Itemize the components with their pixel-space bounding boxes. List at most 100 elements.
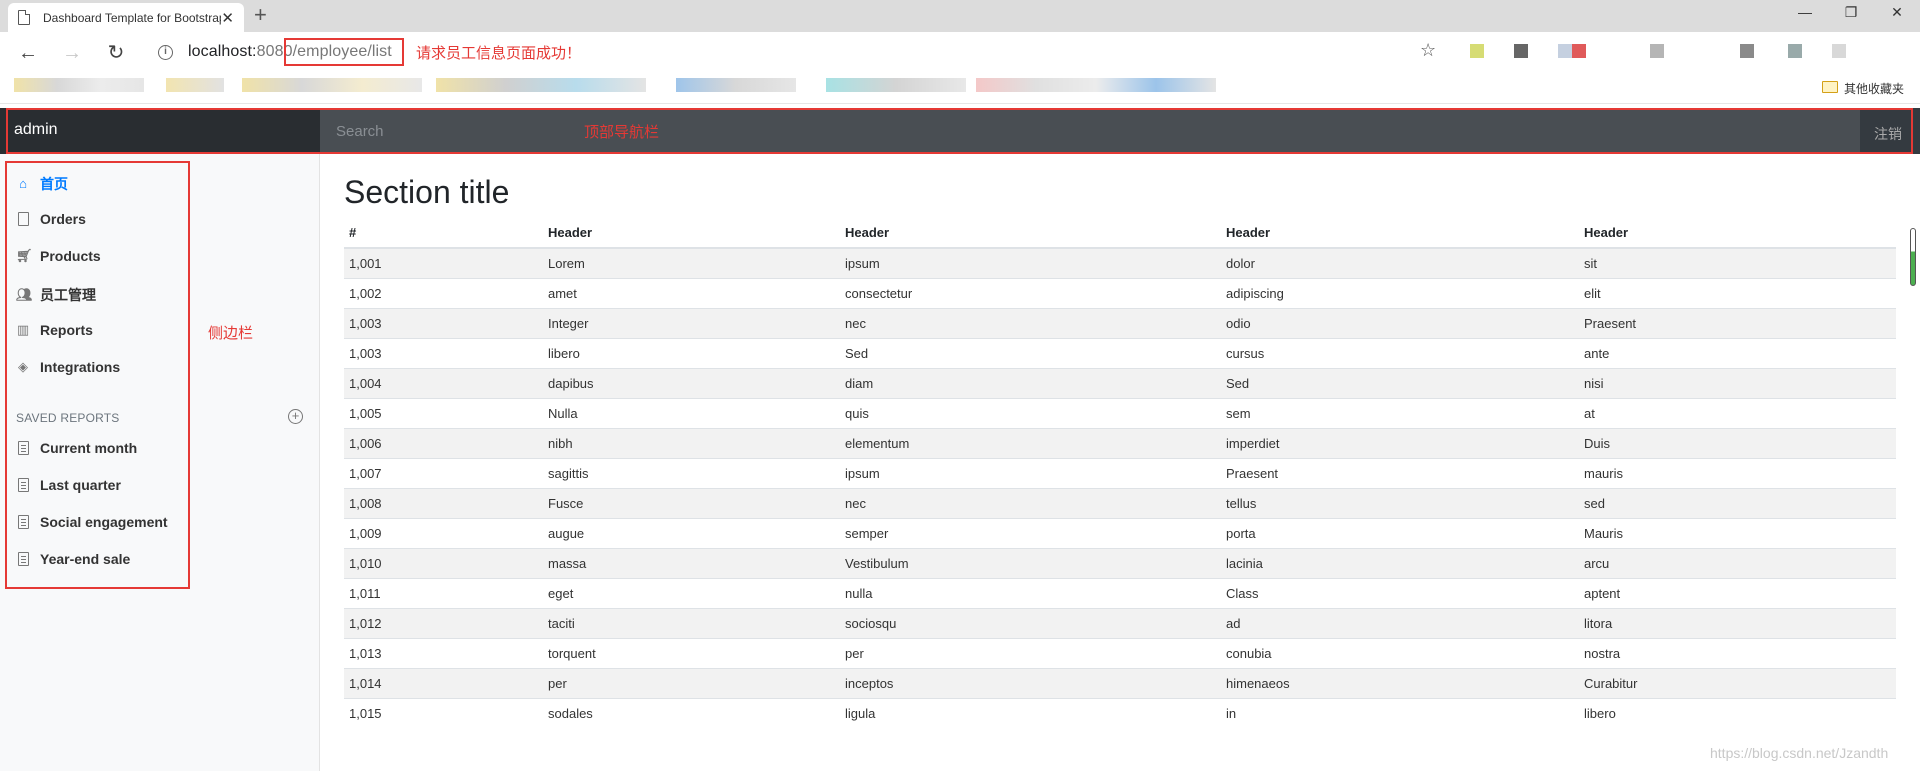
bookmark-item[interactable] xyxy=(976,78,1216,92)
close-tab-icon[interactable]: ✕ xyxy=(221,9,234,27)
other-bookmarks[interactable]: 其他收藏夹 xyxy=(1844,80,1904,97)
table-row: 1,001 Lorem ipsum dolor sit xyxy=(344,247,1896,278)
table-cell: odio xyxy=(1221,307,1579,338)
table-row: 1,005 Nulla quis sem at xyxy=(344,397,1896,428)
table-cell: mauris xyxy=(1579,457,1896,488)
table-cell: torquent xyxy=(543,637,840,668)
table-cell: 1,002 xyxy=(344,277,543,308)
restore-icon[interactable]: ❐ xyxy=(1828,0,1874,24)
table-cell: himenaeos xyxy=(1221,667,1579,698)
back-icon[interactable]: ← xyxy=(14,41,42,65)
watermark: https://blog.csdn.net/Jzandth xyxy=(1710,745,1889,761)
table-cell: Sed xyxy=(1221,367,1579,398)
section-title: Section title xyxy=(344,174,510,210)
column-header: Header xyxy=(1579,218,1896,249)
bookmark-item[interactable] xyxy=(242,78,422,92)
table-cell: 1,007 xyxy=(344,457,543,488)
extension-icon[interactable] xyxy=(1832,44,1846,58)
table-row: 1,002 amet consectetur adipiscing elit xyxy=(344,277,1896,308)
table-cell: ligula xyxy=(840,697,1221,728)
table-cell: augue xyxy=(543,517,840,548)
table-cell: massa xyxy=(543,547,840,578)
table-cell: semper xyxy=(840,517,1221,548)
extension-icon[interactable] xyxy=(1514,44,1528,58)
table-cell: elementum xyxy=(840,427,1221,458)
table-cell: eget xyxy=(543,577,840,608)
minimize-icon[interactable]: — xyxy=(1782,0,1828,24)
table-cell: Class xyxy=(1221,577,1579,608)
table-cell: ipsum xyxy=(840,457,1221,488)
table-cell: arcu xyxy=(1579,547,1896,578)
page-icon xyxy=(18,10,30,25)
table-cell: taciti xyxy=(543,607,840,638)
table-cell: at xyxy=(1579,397,1896,428)
bookmark-item[interactable] xyxy=(14,78,144,92)
table-row: 1,006 nibh elementum imperdiet Duis xyxy=(344,427,1896,458)
table-cell: 1,009 xyxy=(344,517,543,548)
table-cell: cursus xyxy=(1221,337,1579,368)
tab-title: Dashboard Template for Bootstrap xyxy=(43,10,221,25)
table-row: 1,003 libero Sed cursus ante xyxy=(344,337,1896,368)
table-cell: Sed xyxy=(840,337,1221,368)
table-cell: Integer xyxy=(543,307,840,338)
extension-icon[interactable] xyxy=(1740,44,1754,58)
table-cell: consectetur xyxy=(840,277,1221,308)
scrollbar-thumb[interactable] xyxy=(1910,228,1916,286)
folder-icon xyxy=(1822,81,1838,93)
table-cell: sem xyxy=(1221,397,1579,428)
navbar-highlight-box xyxy=(6,108,1913,154)
table-cell: 1,001 xyxy=(344,247,543,278)
table-cell: nec xyxy=(840,307,1221,338)
table-cell: sit xyxy=(1579,247,1896,278)
extension-icon[interactable] xyxy=(1788,44,1802,58)
extension-icon[interactable] xyxy=(1470,44,1484,58)
add-report-icon[interactable]: + xyxy=(288,409,303,424)
table-cell: 1,003 xyxy=(344,307,543,338)
sidebar-highlight-box xyxy=(5,161,190,589)
bookmark-star-icon[interactable]: ☆ xyxy=(1420,40,1436,61)
table-cell: libero xyxy=(543,337,840,368)
table-cell: Praesent xyxy=(1221,457,1579,488)
table-cell: 1,013 xyxy=(344,637,543,668)
table-cell: lacinia xyxy=(1221,547,1579,578)
table-cell: aptent xyxy=(1579,577,1896,608)
table-cell: Curabitur xyxy=(1579,667,1896,698)
bookmark-item[interactable] xyxy=(676,78,796,92)
table-cell: nec xyxy=(840,487,1221,518)
bookmark-item[interactable] xyxy=(166,78,224,92)
info-icon[interactable]: i xyxy=(158,45,173,60)
table-cell: Lorem xyxy=(543,247,840,278)
table-cell: porta xyxy=(1221,517,1579,548)
bookmark-item[interactable] xyxy=(436,78,646,92)
extension-icon[interactable] xyxy=(1572,44,1586,58)
column-header: Header xyxy=(840,218,1221,249)
table-cell: Duis xyxy=(1579,427,1896,458)
table-cell: elit xyxy=(1579,277,1896,308)
table-cell: inceptos xyxy=(840,667,1221,698)
table-cell: 1,010 xyxy=(344,547,543,578)
table-row: 1,003 Integer nec odio Praesent xyxy=(344,307,1896,338)
table-cell: 1,012 xyxy=(344,607,543,638)
forward-icon[interactable]: → xyxy=(58,41,86,65)
table-cell: nulla xyxy=(840,577,1221,608)
table-cell: per xyxy=(543,667,840,698)
reload-icon[interactable]: ↻ xyxy=(102,41,130,65)
new-tab-icon[interactable]: + xyxy=(254,2,267,28)
table-row: 1,009 augue semper porta Mauris xyxy=(344,517,1896,548)
table-cell: Nulla xyxy=(543,397,840,428)
bookmark-item[interactable] xyxy=(826,78,966,92)
table-cell: sagittis xyxy=(543,457,840,488)
browser-tab[interactable]: Dashboard Template for Bootstrap ✕ xyxy=(8,3,244,32)
table-cell: 1,003 xyxy=(344,337,543,368)
table-cell: diam xyxy=(840,367,1221,398)
table-cell: dapibus xyxy=(543,367,840,398)
table-cell: ante xyxy=(1579,337,1896,368)
table-cell: Praesent xyxy=(1579,307,1896,338)
table-cell: sodales xyxy=(543,697,840,728)
extension-icon[interactable] xyxy=(1558,44,1572,58)
url-annotation: 请求员工信息页面成功！ xyxy=(416,45,582,62)
extension-icon[interactable] xyxy=(1650,44,1664,58)
table-row: 1,004 dapibus diam Sed nisi xyxy=(344,367,1896,398)
window-close-icon[interactable]: ✕ xyxy=(1874,0,1920,24)
table-cell: ipsum xyxy=(840,247,1221,278)
